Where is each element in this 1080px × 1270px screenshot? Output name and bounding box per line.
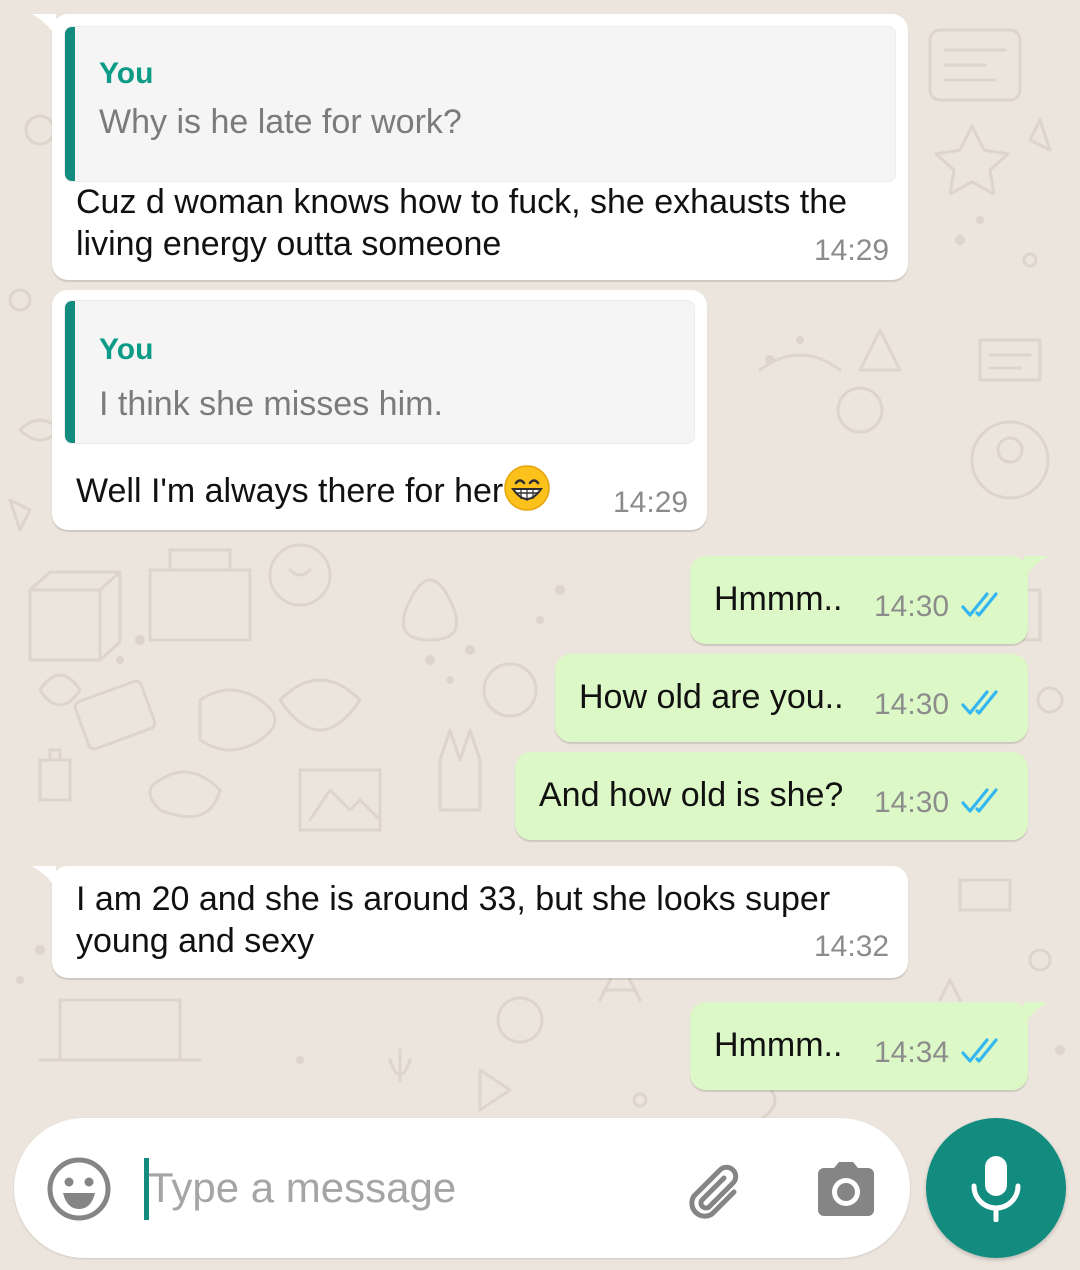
message-text: Hmmm..: [714, 580, 843, 618]
message-text-line: Cuz d woman knows how to fuck, she exhau…: [76, 183, 848, 221]
message-bubble-outgoing[interactable]: Hmmm.. 14:34: [690, 1002, 1048, 1090]
bubble-tail: [32, 866, 56, 888]
message-text: And how old is she?: [539, 776, 844, 814]
message-text-line: I am 20 and she is around 33, but she lo…: [76, 880, 831, 918]
message-bubble-incoming[interactable]: You I think she misses him. Well I'm alw…: [52, 290, 707, 530]
grinning-face-emoji-icon: [504, 465, 550, 511]
microphone-icon: [971, 1156, 1021, 1222]
message-bubble-incoming[interactable]: I am 20 and she is around 33, but she lo…: [32, 866, 908, 978]
quoted-message[interactable]: You I think she misses him.: [64, 300, 695, 444]
smiley-icon[interactable]: [46, 1156, 112, 1222]
read-receipt-icon: [961, 690, 998, 715]
message-text: Well I'm always there for her: [76, 472, 504, 510]
quote-author: You: [99, 333, 154, 366]
quote-author: You: [99, 57, 154, 90]
message-bubble-incoming[interactable]: You Why is he late for work? Cuz d woman…: [32, 14, 908, 280]
quote-text: I think she misses him.: [99, 385, 443, 423]
message-bubble-outgoing[interactable]: How old are you.. 14:30: [555, 654, 1028, 742]
message-timestamp: 14:32: [814, 930, 890, 963]
message-timestamp: 14:29: [814, 234, 890, 267]
message-timestamp: 14:30: [874, 786, 950, 819]
message-text-line: Well I'm always there for her: [76, 464, 551, 512]
message-timestamp: 14:30: [874, 590, 950, 623]
voice-message-button[interactable]: [926, 1118, 1066, 1258]
message-text-line: living energy outta someone: [76, 225, 502, 263]
camera-icon[interactable]: [814, 1158, 878, 1222]
quote-accent-bar: [65, 301, 75, 443]
quote-accent-bar: [65, 27, 75, 181]
message-timestamp: 14:30: [874, 688, 950, 721]
message-text: How old are you..: [579, 678, 844, 716]
quote-text: Why is he late for work?: [99, 103, 462, 141]
message-composer: [14, 1118, 910, 1258]
quoted-message[interactable]: You Why is he late for work?: [64, 26, 896, 182]
message-text-line: young and sexy: [76, 922, 315, 960]
message-bubble-outgoing[interactable]: Hmmm.. 14:30: [690, 556, 1048, 644]
bubble-tail: [32, 14, 56, 36]
read-receipt-icon: [961, 592, 998, 617]
read-receipt-icon: [961, 1038, 998, 1063]
message-bubble-outgoing[interactable]: And how old is she? 14:30: [515, 752, 1028, 840]
message-timestamp: 14:34: [874, 1036, 950, 1069]
message-timestamp: 14:29: [613, 486, 689, 519]
message-input[interactable]: [142, 1148, 668, 1228]
bubble-tail: [1024, 1002, 1048, 1024]
bubble-tail: [1024, 556, 1048, 578]
paperclip-icon[interactable]: [682, 1156, 752, 1226]
read-receipt-icon: [961, 788, 998, 813]
message-text: Hmmm..: [714, 1026, 843, 1064]
